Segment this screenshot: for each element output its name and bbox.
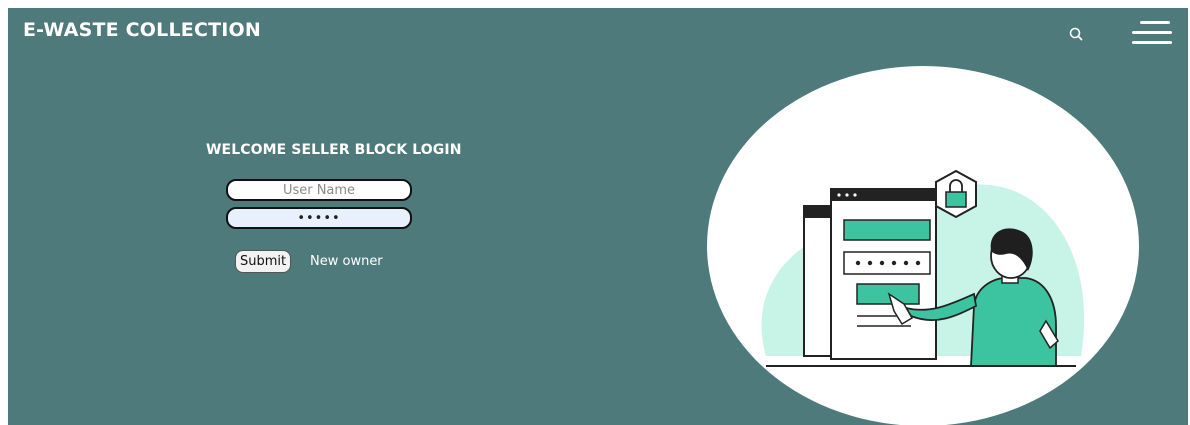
brand-title[interactable]: E-WASTE COLLECTION	[23, 19, 261, 41]
new-owner-link[interactable]: New owner	[310, 254, 383, 269]
password-input[interactable]	[226, 207, 412, 229]
page-background: E-WASTE COLLECTION WELCOME SELLER BLOCK …	[8, 8, 1188, 425]
hamburger-menu-icon[interactable]	[1132, 21, 1174, 47]
login-illustration	[707, 66, 1139, 425]
submit-button[interactable]: Submit	[235, 250, 292, 273]
search-icon[interactable]	[1066, 24, 1086, 44]
login-title: WELCOME SELLER BLOCK LOGIN	[206, 142, 462, 158]
username-input[interactable]	[226, 179, 412, 201]
